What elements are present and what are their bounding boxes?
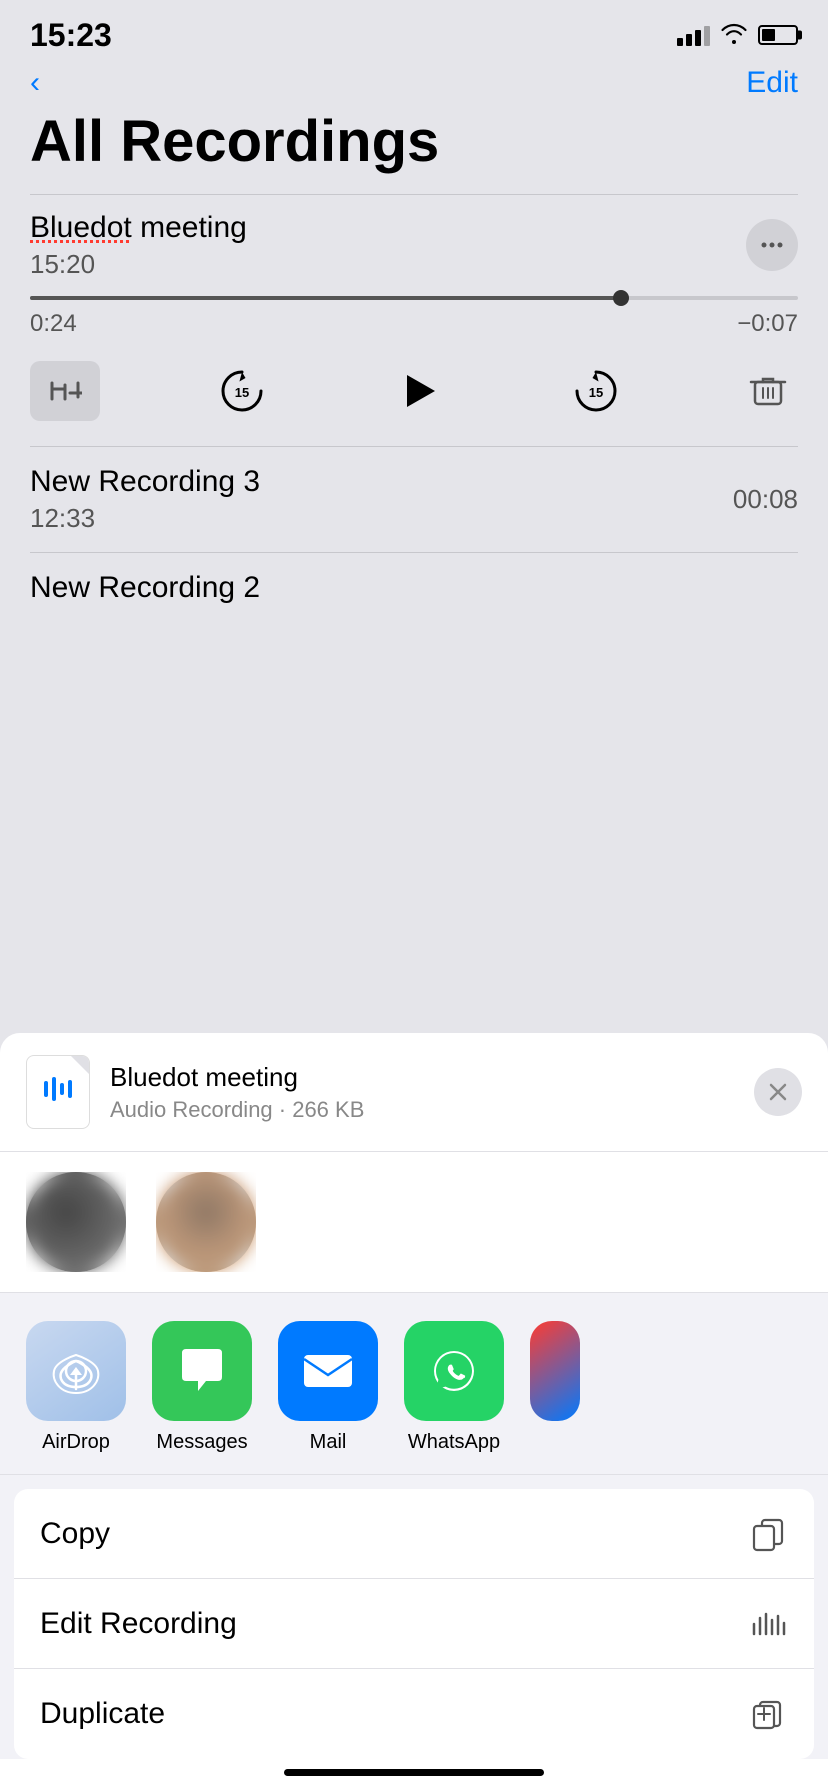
duplicate-label: Duplicate xyxy=(40,1697,165,1731)
status-time: 15:23 xyxy=(30,17,112,54)
progress-times: 0:24 −0:07 xyxy=(30,310,798,338)
playback-controls: 15 15 xyxy=(30,346,798,446)
share-messages[interactable]: Messages xyxy=(152,1321,252,1454)
recording-time-2: 12:33 xyxy=(30,503,260,534)
edit-recording-action[interactable]: Edit Recording xyxy=(14,1579,814,1669)
delete-button-1[interactable] xyxy=(738,361,798,421)
share-whatsapp[interactable]: WhatsApp xyxy=(404,1321,504,1454)
equalizer-button[interactable] xyxy=(30,361,100,421)
progress-section: 0:24 −0:07 xyxy=(30,280,798,346)
duplicate-icon xyxy=(748,1694,788,1734)
svg-text:15: 15 xyxy=(589,385,603,400)
app-icons-row: AirDrop Messages Mail xyxy=(0,1293,828,1475)
home-indicator xyxy=(0,1759,828,1792)
skip-back-button[interactable]: 15 xyxy=(207,356,277,426)
copy-action[interactable]: Copy xyxy=(14,1489,814,1579)
back-button[interactable]: ‹ xyxy=(30,66,40,100)
nav-bar: ‹ Edit xyxy=(0,56,828,110)
recording-name-3: New Recording 2 xyxy=(30,571,260,605)
play-button[interactable] xyxy=(384,356,454,426)
recordings-list: Bluedot meeting 15:20 0:24 −0 xyxy=(0,194,828,609)
page-title-section: All Recordings xyxy=(0,110,828,194)
recording-time-1: 15:20 xyxy=(30,249,247,280)
page-title: All Recordings xyxy=(30,110,798,174)
copy-icon xyxy=(748,1514,788,1554)
share-close-button[interactable] xyxy=(754,1068,802,1116)
contact-avatar-2[interactable] xyxy=(156,1172,256,1272)
share-mail[interactable]: Mail xyxy=(278,1321,378,1454)
skip-forward-button[interactable]: 15 xyxy=(561,356,631,426)
edit-button[interactable]: Edit xyxy=(746,66,798,100)
share-sheet: Bluedot meeting Audio Recording · 266 KB xyxy=(0,1033,828,1792)
progress-fill xyxy=(30,296,621,300)
progress-remaining: −0:07 xyxy=(737,310,798,338)
status-icons xyxy=(677,22,798,49)
copy-label: Copy xyxy=(40,1517,110,1551)
progress-current: 0:24 xyxy=(30,310,77,338)
wifi-icon xyxy=(720,22,748,49)
signal-bars-icon xyxy=(677,24,710,46)
contacts-row xyxy=(0,1152,828,1293)
status-bar: 15:23 xyxy=(0,0,828,56)
airdrop-label: AirDrop xyxy=(42,1431,110,1454)
recording-name-1: Bluedot meeting xyxy=(30,211,247,245)
svg-text:15: 15 xyxy=(235,385,249,400)
duplicate-action[interactable]: Duplicate xyxy=(14,1669,814,1759)
recording-item-expanded: Bluedot meeting 15:20 0:24 −0 xyxy=(0,195,828,446)
share-app-partial xyxy=(530,1321,580,1454)
recording-name-2: New Recording 3 xyxy=(30,465,260,499)
home-bar xyxy=(284,1769,544,1776)
file-wave-icon xyxy=(40,1071,76,1114)
recording-duration-2: 00:08 xyxy=(733,484,798,515)
contact-avatar-1[interactable] xyxy=(26,1172,126,1272)
recording-item-3[interactable]: New Recording 2 xyxy=(0,553,828,609)
action-list: Copy Edit Recording xyxy=(14,1489,814,1759)
battery-icon xyxy=(758,25,798,45)
share-file-meta: Audio Recording · 266 KB xyxy=(110,1097,364,1123)
share-airdrop[interactable]: AirDrop xyxy=(26,1321,126,1454)
file-icon xyxy=(26,1055,90,1129)
edit-recording-label: Edit Recording xyxy=(40,1607,237,1641)
share-file-name: Bluedot meeting xyxy=(110,1062,364,1093)
progress-thumb xyxy=(613,290,629,306)
messages-label: Messages xyxy=(156,1431,247,1454)
whatsapp-label: WhatsApp xyxy=(408,1431,500,1454)
share-sheet-overlay: Bluedot meeting Audio Recording · 266 KB xyxy=(0,1033,828,1792)
mail-label: Mail xyxy=(310,1431,347,1454)
recording-item-2[interactable]: New Recording 3 12:33 00:08 xyxy=(0,447,828,552)
file-preview: Bluedot meeting Audio Recording · 266 KB xyxy=(0,1033,828,1152)
edit-recording-icon xyxy=(748,1604,788,1644)
more-button-1[interactable] xyxy=(746,219,798,271)
progress-track[interactable] xyxy=(30,296,798,300)
